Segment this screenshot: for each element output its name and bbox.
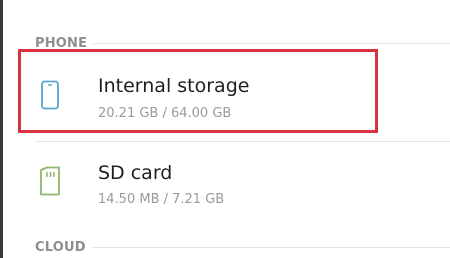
left-edge: [0, 0, 3, 258]
section-divider: [93, 43, 450, 44]
phone-icon: [41, 80, 59, 110]
internal-storage-usage: 20.21 GB / 64.00 GB: [98, 106, 232, 121]
internal-storage-item[interactable]: Internal storage 20.21 GB / 64.00 GB: [20, 49, 380, 135]
storage-screen: PHONE Internal storage 20.21 GB / 64.00 …: [0, 0, 450, 258]
sd-card-title: SD card: [98, 162, 173, 184]
internal-storage-title: Internal storage: [98, 75, 250, 97]
section-divider: [92, 247, 450, 248]
section-header-cloud: CLOUD: [35, 240, 86, 255]
sd-card-item[interactable]: SD card 14.50 MB / 7.21 GB: [20, 142, 380, 228]
sd-card-icon: [40, 166, 60, 196]
sd-card-usage: 14.50 MB / 7.21 GB: [98, 192, 225, 207]
